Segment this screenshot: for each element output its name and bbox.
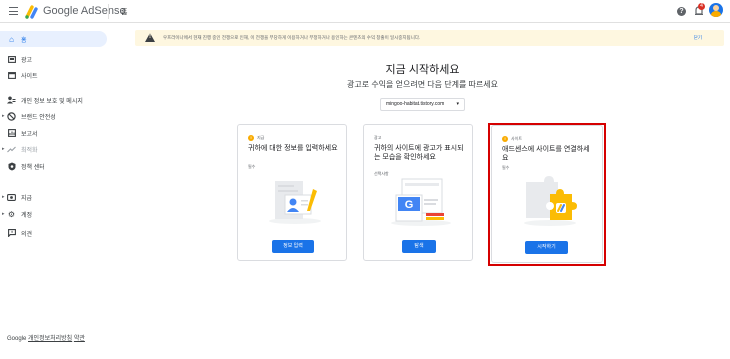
help-icon[interactable]: ? [677, 7, 686, 16]
sidebar-item-label: 정책 센터 [21, 164, 45, 171]
privacy-icon [7, 96, 16, 105]
feedback-icon [7, 229, 16, 238]
site-selector-value: mingoo-habitat.tistory.com [386, 101, 445, 107]
menu-icon[interactable] [9, 7, 18, 15]
card-step: 광고 [374, 134, 381, 141]
banner-text: 우프라이나에서 현재 진행 중인 전쟁으로 인해, 이 전쟁을 부당하게 이용하… [163, 35, 421, 40]
optimize-icon [7, 145, 16, 154]
card-requirement: 필수 [248, 164, 256, 169]
card-step-label: 광고 [374, 134, 382, 140]
ad-preview-illustration-icon: G [391, 178, 451, 226]
dropdown-caret-icon: ▾ [456, 101, 459, 107]
expand-caret-icon[interactable]: ▸ [2, 211, 5, 217]
block-icon [7, 111, 16, 121]
expand-caret-icon[interactable]: ▸ [2, 146, 5, 152]
main-content: 우프라이나에서 현재 진행 중인 전쟁으로 인해, 이 전쟁을 부당하게 이용하… [115, 23, 730, 359]
sidebar-item-policy[interactable]: 정책 센터 [0, 158, 107, 174]
terms-link[interactable]: 약관 [74, 336, 85, 342]
card-payment-info: ! 지급 귀하에 대한 정보를 입력하세요 필수 정보 입력 [237, 124, 347, 261]
adsense-logo-icon [25, 5, 38, 19]
privacy-policy-link[interactable]: 개인정보처리방침 [28, 336, 72, 342]
sidebar-item-label: 사이트 [21, 73, 38, 80]
sidebar-item-label: 최적화 [21, 147, 38, 154]
sidebar-item-label: 개인 정보 보호 및 메시지 [21, 98, 83, 105]
sidebar-item-sites[interactable]: 사이트 [0, 67, 107, 83]
sidebar-item-reports[interactable]: 보고서 [0, 125, 107, 141]
alert-icon: ! [248, 134, 254, 141]
svg-text:G: G [405, 199, 414, 211]
site-selector[interactable]: mingoo-habitat.tistory.com ▾ [380, 98, 465, 111]
sidebar-item-ads[interactable]: 광고 [0, 51, 107, 67]
notification-badge: 4 [698, 3, 705, 10]
warning-icon [145, 33, 155, 42]
sidebar-footer: Google 개인정보처리방침 약관 [7, 333, 85, 342]
page-title: 지금 시작하세요 [385, 64, 460, 76]
account-avatar[interactable] [709, 3, 723, 17]
profile-form-illustration-icon [269, 181, 321, 224]
sidebar-item-payments[interactable]: ▸ 지급 [0, 189, 107, 205]
home-icon: ⌂ [9, 34, 14, 44]
breadcrumb: 홈 [121, 9, 128, 16]
sidebar-item-label: 홈 [21, 37, 27, 44]
highlight-box [488, 123, 606, 266]
card-step-label: 지급 [257, 134, 265, 140]
sidebar-item-home[interactable]: ⌂ 홈 [0, 31, 107, 47]
sidebar-item-optimize[interactable]: ▸ 최적화 [0, 141, 107, 157]
sidebar-item-label: 보고서 [21, 131, 38, 138]
enter-info-button[interactable]: 정보 입력 [272, 240, 314, 253]
sidebar-item-label: 브랜드 안전성 [21, 114, 56, 121]
reports-icon [7, 129, 16, 138]
top-app-bar: Google AdSense 홈 ? 4 [0, 0, 730, 23]
card-ad-preview: 광고 귀하의 사이트에 광고가 표시되는 모습을 확인하세요 선택사항 G 탐색 [363, 124, 473, 261]
footer-google: Google [7, 336, 27, 342]
sidebar-item-label: 지급 [21, 195, 33, 202]
expand-caret-icon[interactable]: ▸ [2, 194, 5, 200]
sidebar-item-label: 의견 [21, 231, 33, 238]
brand-name: Google AdSense [43, 5, 126, 17]
header-divider [108, 4, 109, 19]
card-step: ! 지급 [248, 134, 264, 141]
warning-banner: 우프라이나에서 현재 진행 중인 전쟁으로 인해, 이 전쟁을 부당하게 이용하… [135, 30, 724, 46]
sidebar-item-feedback[interactable]: 의견 [0, 225, 107, 241]
dismiss-button[interactable]: 닫기 [694, 35, 702, 41]
sidebar-item-label: 광고 [21, 57, 33, 64]
card-title: 귀하에 대한 정보를 입력하세요 [248, 145, 338, 152]
card-requirement: 선택사항 [374, 171, 389, 176]
ads-icon [7, 55, 16, 64]
sidebar-item-brand-safety[interactable]: ▸ 브랜드 안전성 [0, 108, 107, 124]
gear-icon: ⚙ [7, 209, 16, 219]
sidebar: ⌂ 홈 광고 사이트 개인 정보 보호 및 메시지 ▸ 브랜드 안전성 보고서 … [0, 23, 115, 359]
payments-icon [7, 193, 16, 202]
policy-icon [7, 162, 16, 171]
sidebar-item-account[interactable]: ▸ ⚙ 계정 [0, 206, 107, 222]
sidebar-item-label: 계정 [21, 212, 33, 219]
page-subtitle: 광고로 수익을 얻으려면 다음 단계를 따르세요 [347, 80, 498, 89]
card-title: 귀하의 사이트에 광고가 표시되는 모습을 확인하세요 [374, 145, 464, 161]
explore-button[interactable]: 탐색 [402, 240, 436, 253]
sidebar-item-privacy[interactable]: 개인 정보 보호 및 메시지 [0, 92, 107, 108]
expand-caret-icon[interactable]: ▸ [2, 113, 5, 119]
sites-icon [7, 71, 16, 80]
